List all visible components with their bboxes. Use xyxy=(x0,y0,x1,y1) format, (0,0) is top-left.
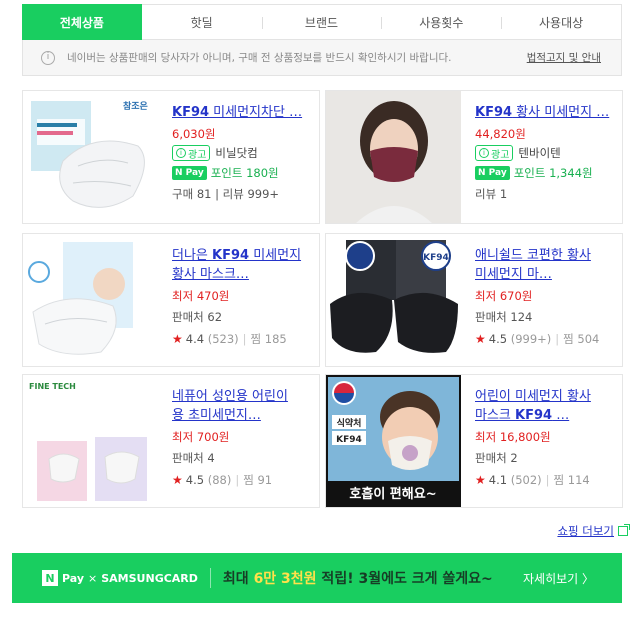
product-stats: 리뷰 1 xyxy=(475,187,508,201)
shopping-more-link[interactable]: 쇼핑 더보기 xyxy=(557,523,630,539)
seller-count: 판매처 4 xyxy=(172,451,215,465)
seller-count: 판매처 2 xyxy=(475,451,518,465)
seller-count: 판매처 124 xyxy=(475,310,533,324)
product-title[interactable]: 어린이 미세먼지 황사 마스크 KF94 … xyxy=(475,387,615,425)
like-count: 찜 91 xyxy=(243,473,273,487)
info-icon: i xyxy=(479,148,489,158)
promo-banner[interactable]: N Pay × SAMSUNGCARD 최대 6만 3천원 적립! 3월에도 크… xyxy=(12,553,622,603)
info-icon: i xyxy=(176,148,186,158)
product-card[interactable]: 더나은 KF94 미세먼지 황사 마스크… 최저 470원 판매처 62 ★ 4.4… xyxy=(22,233,320,367)
rating-score: 4.4 xyxy=(185,332,205,346)
review-count: (88) xyxy=(207,473,232,487)
tab-hot-deal[interactable]: 핫딜 xyxy=(142,5,262,39)
seller-name[interactable]: 비닐닷컴 xyxy=(215,145,257,161)
product-price: 44,820원 xyxy=(475,127,526,141)
rating-score: 4.5 xyxy=(488,332,508,346)
tab-target-user[interactable]: 사용대상 xyxy=(501,5,621,39)
naver-n-icon: N xyxy=(42,570,58,586)
rating-row: ★ 4.4 (523) | 찜 185 xyxy=(172,332,287,346)
product-image[interactable]: 식약처 KF94 호흡이 편해요~ xyxy=(326,375,461,507)
like-count: 찜 114 xyxy=(553,473,590,487)
rating-score: 4.5 xyxy=(185,473,205,487)
tab-brand[interactable]: 브랜드 xyxy=(261,5,382,39)
npay-icon: N Pay xyxy=(475,166,510,180)
npay-point-row: N Pay 포인트 180원 xyxy=(172,165,312,181)
product-image[interactable] xyxy=(23,234,158,366)
product-card[interactable]: KF94 황사 미세먼지 … 44,820원 i 광고 텐바이텐 N Pay 포인… xyxy=(325,90,623,224)
product-price: 최저 670원 xyxy=(475,289,533,303)
product-price: 최저 700원 xyxy=(172,430,230,444)
promo-text: 최대 6만 3천원 적립! 3월에도 크게 쏠게요~ xyxy=(222,571,493,587)
product-card[interactable]: FINE TECH 네퓨어 성인용 어린이 용 초미세먼지… 최저 700원 판매… xyxy=(22,374,320,508)
tab-all-products[interactable]: 전체상품 xyxy=(22,4,142,40)
thumb-caption: 호흡이 편해요~ xyxy=(349,486,436,502)
star-icon: ★ xyxy=(475,473,486,487)
brand-logo-text: 참조은 xyxy=(123,100,148,112)
kf94-label: KF94 xyxy=(423,253,449,263)
category-tabs: 전체상품 핫딜 브랜드 사용횟수 사용대상 xyxy=(22,4,622,40)
product-card[interactable]: 식약처 KF94 호흡이 편해요~ 어린이 미세먼지 황사 마스크 KF94 … … xyxy=(325,374,623,508)
product-title[interactable]: KF94 황사 미세먼지 … xyxy=(475,103,615,122)
product-title[interactable]: 네퓨어 성인용 어린이 용 초미세먼지… xyxy=(172,387,312,425)
npay-icon: N Pay xyxy=(172,166,207,180)
ad-badge[interactable]: i 광고 xyxy=(475,145,514,161)
npay-point: 포인트 1,344원 xyxy=(513,166,593,180)
banner-detail-link[interactable]: 자세히보기 〉 xyxy=(523,570,594,587)
product-image[interactable] xyxy=(326,91,461,223)
product-title[interactable]: 더나은 KF94 미세먼지 황사 마스크… xyxy=(172,246,312,284)
seller-name[interactable]: 텐바이텐 xyxy=(518,145,560,161)
like-count: 찜 504 xyxy=(563,332,600,346)
review-count: (502) xyxy=(510,473,542,487)
star-icon: ★ xyxy=(172,332,183,346)
product-title[interactable]: 애니쉴드 코편한 황사 미세먼지 마… xyxy=(475,246,615,284)
brand-logo-text: FINE TECH xyxy=(29,382,76,391)
ad-row: i 광고 텐바이텐 xyxy=(475,145,615,161)
product-stats: 구매 81 | 리뷰 999+ xyxy=(172,187,280,201)
product-price: 최저 16,800원 xyxy=(475,430,551,444)
npay-logo: N Pay × SAMSUNGCARD xyxy=(42,570,198,586)
notice-text: 네이버는 상품판매의 당사자가 아니며, 구매 전 상품정보를 반드시 확인하시… xyxy=(67,52,452,64)
tab-usage-count[interactable]: 사용횟수 xyxy=(381,5,501,39)
seller-count: 판매처 62 xyxy=(172,310,223,324)
info-icon: i xyxy=(41,50,55,65)
star-icon: ★ xyxy=(475,332,486,346)
product-card[interactable]: 참조은 KF94 미세먼지차단 … 6,030원 i 광고 비닐닷컴 N Pay … xyxy=(22,90,320,224)
thumb-tag-text: KF94 xyxy=(336,435,362,445)
npay-point: 포인트 180원 xyxy=(210,166,279,180)
rating-row: ★ 4.1 (502) | 찜 114 xyxy=(475,473,590,487)
partner-logo: SAMSUNGCARD xyxy=(101,571,198,585)
review-count: (999+) xyxy=(510,332,552,346)
banner-divider xyxy=(209,568,211,588)
star-icon: ★ xyxy=(172,473,183,487)
legal-notice-link[interactable]: 법적고지 및 안내 xyxy=(527,50,601,65)
product-title[interactable]: KF94 미세먼지차단 … xyxy=(172,103,312,122)
product-image[interactable]: KF94 xyxy=(326,234,461,366)
legal-notice-bar: i 네이버는 상품판매의 당사자가 아니며, 구매 전 상품정보를 반드시 확인… xyxy=(22,40,622,76)
product-price: 6,030원 xyxy=(172,127,216,141)
product-image[interactable]: FINE TECH xyxy=(23,375,158,507)
rating-row: ★ 4.5 (999+) | 찜 504 xyxy=(475,332,600,346)
rating-row: ★ 4.5 (88) | 찜 91 xyxy=(172,473,273,487)
product-image[interactable]: 참조은 xyxy=(23,91,158,223)
npay-point-row: N Pay 포인트 1,344원 xyxy=(475,165,615,181)
external-link-icon xyxy=(618,524,630,536)
rating-score: 4.1 xyxy=(488,473,508,487)
review-count: (523) xyxy=(207,332,239,346)
product-price: 최저 470원 xyxy=(172,289,230,303)
like-count: 찜 185 xyxy=(250,332,287,346)
thumb-tag-text: 식약처 xyxy=(337,417,362,429)
product-card[interactable]: KF94 애니쉴드 코편한 황사 미세먼지 마… 최저 670원 판매처 124 … xyxy=(325,233,623,367)
ad-row: i 광고 비닐닷컴 xyxy=(172,145,312,161)
ad-badge[interactable]: i 광고 xyxy=(172,145,211,161)
